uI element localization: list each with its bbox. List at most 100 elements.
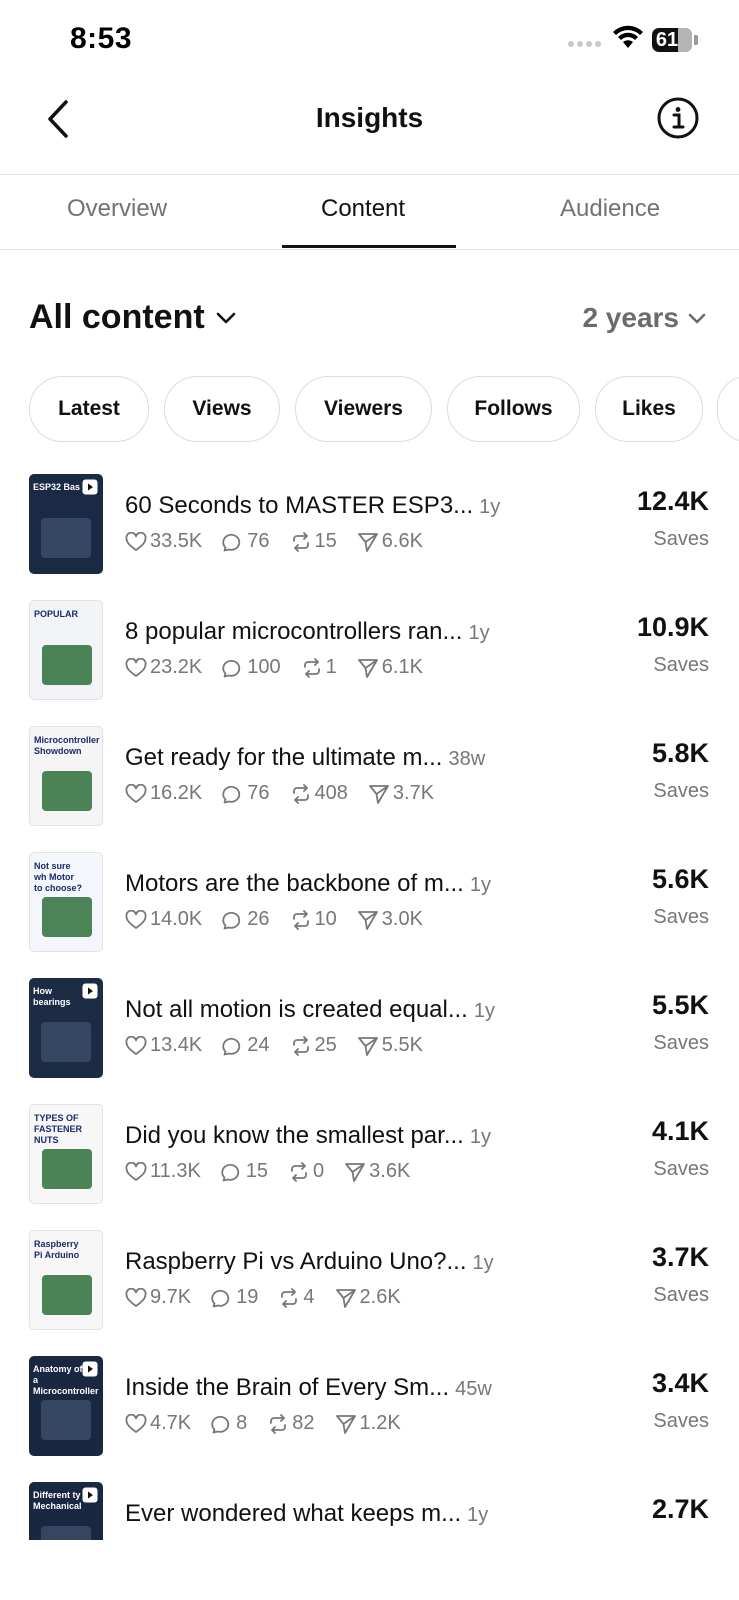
- post-caption-text: Raspberry Pi vs Arduino Uno?...: [125, 1248, 467, 1275]
- post-stats: 16.2K 76 408 3.7K: [125, 782, 454, 805]
- chip-latest[interactable]: Latest: [29, 376, 149, 442]
- post-thumbnail[interactable]: ESP32 Bas: [29, 474, 103, 574]
- likes-stat: 13.4K: [125, 1034, 202, 1057]
- post-caption-text: Motors are the backbone of m...: [125, 870, 464, 897]
- post-thumbnail[interactable]: Microcontroller Showdown: [29, 726, 103, 826]
- content-type-dropdown[interactable]: All content: [29, 298, 237, 337]
- post-caption: Did you know the smallest par... 1y: [125, 1122, 491, 1150]
- post-thumbnail[interactable]: Anatomy of a Microcontroller: [29, 1356, 103, 1456]
- post-age: 1y: [469, 1126, 491, 1148]
- tab-content[interactable]: Content: [321, 195, 405, 223]
- chip-follows[interactable]: Follows: [447, 376, 580, 442]
- content-row[interactable]: POPULAR 8 popular microcontrollers ran...…: [0, 596, 739, 722]
- repost-icon: [281, 1287, 298, 1308]
- thumbnail-graphic: [41, 518, 91, 558]
- chip-viewers[interactable]: Viewers: [295, 376, 432, 442]
- thumbnail-text: Raspberry Pi Arduino: [34, 1239, 80, 1260]
- nav-header: Insights: [0, 80, 739, 174]
- shares-stat: 1.2K: [335, 1412, 401, 1435]
- comments-stat: 19: [211, 1286, 258, 1309]
- comments-count: 24: [247, 1034, 270, 1056]
- shares-count: 6.6K: [381, 530, 423, 552]
- chevron-down-icon: [216, 312, 235, 323]
- thumbnail-graphic: [42, 1149, 92, 1189]
- content-row[interactable]: Raspberry Pi Arduino Raspberry Pi vs Ardu…: [0, 1226, 739, 1352]
- thumbnail-text: TYPES OF FASTENER NUTS: [34, 1113, 83, 1145]
- battery-level: 61: [655, 28, 679, 51]
- likes-stat: 23.2K: [125, 656, 202, 679]
- comment-icon: [211, 1289, 230, 1307]
- content-row[interactable]: Different ty Mechanical Ever wondered wha…: [0, 1478, 739, 1540]
- heart-icon: [125, 1161, 147, 1181]
- metric-value: 5.6K: [651, 864, 709, 894]
- chip-more[interactable]: [717, 376, 739, 442]
- likes-count: 23.2K: [150, 656, 203, 678]
- info-icon[interactable]: [656, 96, 700, 140]
- metric-label: Saves: [653, 528, 709, 550]
- active-tab-indicator: [282, 245, 456, 248]
- content-row[interactable]: Not sure wh Motor to choose? Motors are t…: [0, 848, 739, 974]
- content-row[interactable]: How bearings Not all motion is created eq…: [0, 974, 739, 1100]
- post-stats: 4.7K 8 82 1.2K: [125, 1412, 421, 1435]
- shares-count: 3.7K: [392, 782, 435, 804]
- post-thumbnail[interactable]: POPULAR: [29, 600, 103, 700]
- thumbnail-graphic: [41, 1022, 91, 1062]
- metric-value: 5.8K: [651, 738, 709, 768]
- reposts-stat: 1: [301, 656, 337, 679]
- post-age: 1y: [468, 622, 490, 644]
- metric-value: 4.1K: [651, 1116, 709, 1146]
- post-caption: 8 popular microcontrollers ran... 1y: [125, 618, 490, 646]
- post-caption-text: 60 Seconds to MASTER ESP3...: [125, 492, 474, 519]
- tab-overview[interactable]: Overview: [67, 195, 167, 223]
- comment-icon: [211, 1415, 230, 1433]
- chip-likes[interactable]: Likes: [595, 376, 703, 442]
- heart-icon: [125, 657, 147, 677]
- chip-views[interactable]: Views: [164, 376, 280, 442]
- post-thumbnail[interactable]: Raspberry Pi Arduino: [29, 1230, 103, 1330]
- reposts-count: 25: [314, 1034, 337, 1056]
- sort-chips: Latest Views Viewers Follows Likes: [0, 376, 739, 446]
- post-age: 1y: [469, 874, 491, 896]
- post-thumbnail[interactable]: Different ty Mechanical: [29, 1482, 103, 1540]
- repost-icon: [292, 1035, 309, 1056]
- share-icon: [345, 1162, 366, 1182]
- content-row[interactable]: TYPES OF FASTENER NUTS Did you know the s…: [0, 1100, 739, 1226]
- repost-icon: [291, 1161, 307, 1182]
- time-range-dropdown[interactable]: 2 years: [582, 302, 707, 334]
- content-row[interactable]: Microcontroller Showdown Get ready for th…: [0, 722, 739, 848]
- reel-icon: [82, 479, 98, 495]
- comments-count: 100: [247, 656, 281, 678]
- post-thumbnail[interactable]: Not sure wh Motor to choose?: [29, 852, 103, 952]
- comment-icon: [222, 659, 241, 677]
- content-row[interactable]: Anatomy of a Microcontroller Inside the B…: [0, 1352, 739, 1478]
- shares-stat: 3.6K: [344, 1160, 410, 1183]
- shares-stat: 2.6K: [335, 1286, 401, 1309]
- post-thumbnail[interactable]: TYPES OF FASTENER NUTS: [29, 1104, 103, 1204]
- content-row[interactable]: ESP32 Bas 60 Seconds to MASTER ESP3... 1y 3…: [0, 470, 739, 596]
- post-thumbnail[interactable]: How bearings: [29, 978, 103, 1078]
- likes-stat: 9.7K: [125, 1286, 191, 1309]
- status-bar: 8:53 61: [0, 0, 739, 80]
- post-age: 1y: [467, 1504, 489, 1526]
- reposts-count: 82: [292, 1412, 315, 1434]
- comments-count: 26: [247, 908, 270, 930]
- comment-icon: [222, 911, 241, 929]
- reel-icon: [82, 1361, 98, 1377]
- reposts-stat: 4: [278, 1286, 315, 1309]
- thumbnail-graphic: [42, 1275, 92, 1315]
- likes-count: 16.2K: [150, 782, 203, 804]
- metric-label: Saves: [653, 1284, 709, 1306]
- time-range-label: 2 years: [582, 302, 679, 333]
- post-stats: 33.5K 76 15 6.6K: [125, 530, 443, 553]
- share-icon: [368, 784, 389, 804]
- thumbnail-text: Microcontroller Showdown: [34, 735, 100, 756]
- content-list: ESP32 Bas 60 Seconds to MASTER ESP3... 1y 3…: [0, 470, 739, 1540]
- status-time: 8:53: [70, 22, 133, 55]
- thumbnail-text: POPULAR: [34, 609, 79, 619]
- post-caption: Not all motion is created equal... 1y: [125, 996, 495, 1024]
- reposts-count: 0: [313, 1160, 325, 1182]
- share-icon: [357, 658, 378, 678]
- content-type-label: All content: [29, 298, 205, 336]
- comments-stat: 15: [221, 1160, 268, 1183]
- tab-audience[interactable]: Audience: [560, 195, 660, 223]
